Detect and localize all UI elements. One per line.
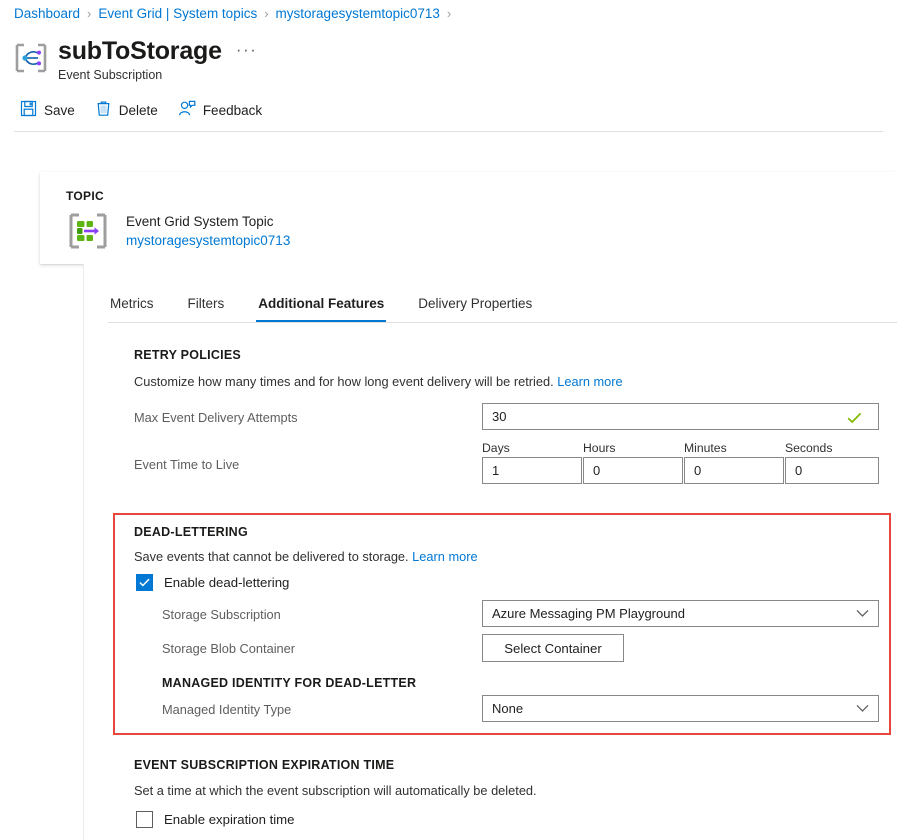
managed-identity-type-value: None <box>492 701 523 716</box>
enable-expiration-time-checkbox[interactable] <box>136 811 153 828</box>
tab-filters[interactable]: Filters <box>186 296 227 322</box>
enable-expiration-time-label: Enable expiration time <box>164 812 294 827</box>
header-divider <box>14 131 883 132</box>
tab-bar-divider <box>108 322 897 323</box>
topic-card-label: TOPIC <box>66 189 897 203</box>
save-button[interactable]: Save <box>18 96 83 124</box>
delete-button-label: Delete <box>119 103 158 118</box>
dead-lettering-description: Save events that cannot be delivered to … <box>134 549 478 564</box>
topic-name-link[interactable]: mystoragesystemtopic0713 <box>126 231 290 250</box>
checkmark-icon <box>139 578 150 587</box>
managed-identity-heading: MANAGED IDENTITY FOR DEAD-LETTER <box>162 676 416 690</box>
breadcrumb-item-event-grid-system-topics[interactable]: Event Grid | System topics <box>98 6 257 21</box>
feedback-button-label: Feedback <box>203 103 262 118</box>
tab-bar: Metrics Filters Additional Features Deli… <box>108 286 564 322</box>
tab-metrics[interactable]: Metrics <box>108 296 156 322</box>
dead-lettering-learn-more-link[interactable]: Learn more <box>412 549 477 564</box>
storage-blob-container-label: Storage Blob Container <box>162 641 295 656</box>
storage-subscription-dropdown[interactable]: Azure Messaging PM Playground <box>482 600 879 627</box>
event-time-to-live-label: Event Time to Live <box>134 457 239 472</box>
content-panel: Metrics Filters Additional Features Deli… <box>83 264 897 840</box>
ttl-seconds-label: Seconds <box>785 441 832 455</box>
breadcrumb-separator-icon: › <box>87 6 91 21</box>
breadcrumb-separator-icon: › <box>264 6 268 21</box>
dead-lettering-heading: DEAD-LETTERING <box>134 525 248 539</box>
ttl-minutes-label: Minutes <box>684 441 727 455</box>
select-container-button[interactable]: Select Container <box>482 634 624 662</box>
storage-subscription-value: Azure Messaging PM Playground <box>492 606 685 621</box>
ttl-days-label: Days <box>482 441 510 455</box>
feedback-button[interactable]: Feedback <box>176 96 270 124</box>
event-subscription-icon <box>14 41 48 75</box>
chevron-down-icon <box>856 606 869 621</box>
page-title: subToStorage <box>58 36 222 66</box>
max-event-delivery-attempts-input[interactable] <box>482 403 879 430</box>
enable-expiration-time-checkbox-row[interactable]: Enable expiration time <box>136 811 294 828</box>
ttl-days-input[interactable] <box>482 457 582 484</box>
expiration-description: Set a time at which the event subscripti… <box>134 783 537 798</box>
enable-dead-lettering-label: Enable dead-lettering <box>164 575 289 590</box>
chevron-down-icon <box>856 701 869 716</box>
breadcrumb-separator-icon: › <box>447 6 451 21</box>
ttl-seconds-input[interactable] <box>785 457 879 484</box>
max-event-delivery-attempts-label: Max Event Delivery Attempts <box>134 410 298 425</box>
tab-delivery-properties[interactable]: Delivery Properties <box>416 296 534 322</box>
more-options-icon[interactable]: ··· <box>236 42 257 58</box>
ttl-hours-label: Hours <box>583 441 616 455</box>
storage-subscription-label: Storage Subscription <box>162 607 281 622</box>
tab-additional-features[interactable]: Additional Features <box>256 296 386 322</box>
save-icon <box>20 100 44 120</box>
dead-lettering-description-text: Save events that cannot be delivered to … <box>134 549 409 564</box>
breadcrumb: Dashboard › Event Grid | System topics ›… <box>14 6 458 21</box>
managed-identity-type-label: Managed Identity Type <box>162 702 291 717</box>
retry-policies-description-text: Customize how many times and for how lon… <box>134 374 554 389</box>
save-button-label: Save <box>44 103 75 118</box>
enable-dead-lettering-checkbox-row[interactable]: Enable dead-lettering <box>136 574 289 591</box>
topic-card: TOPIC Event Grid System Topic mystorages… <box>40 172 897 264</box>
delete-button[interactable]: Delete <box>93 96 166 124</box>
managed-identity-type-dropdown[interactable]: None <box>482 695 879 722</box>
retry-policies-learn-more-link[interactable]: Learn more <box>557 374 622 389</box>
page-header: subToStorage ··· Event Subscription <box>14 36 257 82</box>
page-subtitle: Event Subscription <box>58 68 257 82</box>
command-bar: Save Delete Feedback <box>18 96 280 124</box>
enable-dead-lettering-checkbox[interactable] <box>136 574 153 591</box>
ttl-hours-input[interactable] <box>583 457 683 484</box>
retry-policies-description: Customize how many times and for how lon… <box>134 374 623 389</box>
feedback-icon <box>178 100 203 120</box>
ttl-minutes-input[interactable] <box>684 457 784 484</box>
breadcrumb-item-dashboard[interactable]: Dashboard <box>14 6 80 21</box>
topic-type-label: Event Grid System Topic <box>126 212 290 231</box>
delete-icon <box>95 100 119 120</box>
expiration-heading: EVENT SUBSCRIPTION EXPIRATION TIME <box>134 758 394 772</box>
retry-policies-heading: RETRY POLICIES <box>134 348 241 362</box>
title-text-group: subToStorage ··· Event Subscription <box>58 36 257 82</box>
event-grid-system-topic-icon <box>66 211 110 251</box>
breadcrumb-item-topic[interactable]: mystoragesystemtopic0713 <box>276 6 440 21</box>
